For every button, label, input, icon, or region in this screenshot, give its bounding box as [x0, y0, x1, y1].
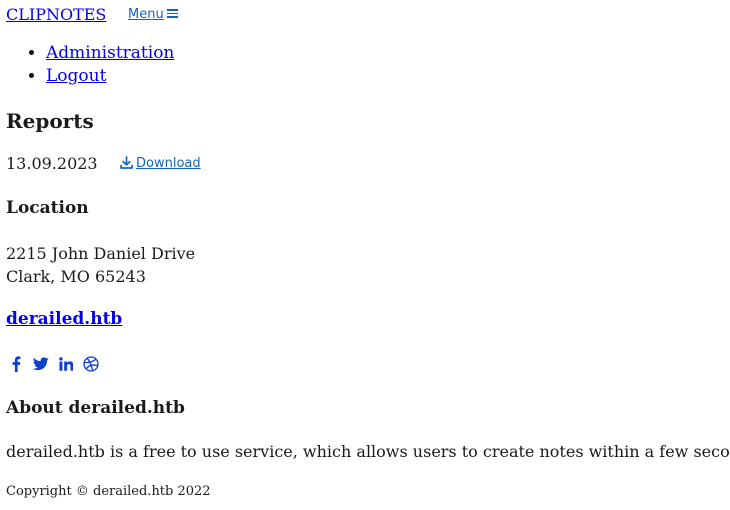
address: 2215 John Daniel Drive Clark, MO 65243 — [6, 242, 195, 288]
about-text: derailed.htb is a free to use service, w… — [6, 442, 730, 461]
menu-toggle-button[interactable]: Menu — [128, 7, 178, 23]
reports-heading: Reports — [6, 109, 94, 133]
twitter-icon[interactable] — [33, 355, 49, 373]
social-links — [8, 355, 99, 373]
dribbble-icon[interactable] — [83, 355, 99, 373]
address-line-1: 2215 John Daniel Drive — [6, 244, 196, 263]
download-icon — [120, 156, 133, 169]
download-label: Download — [136, 156, 201, 171]
address-line-2: Clark, MO 65243 — [6, 267, 146, 286]
facebook-icon[interactable] — [8, 355, 24, 373]
linkedin-icon[interactable] — [58, 355, 74, 373]
location-heading: Location — [6, 198, 89, 218]
nav-item-administration: Administration — [46, 42, 174, 65]
download-button[interactable]: Download — [120, 156, 201, 172]
copyright-text: Copyright © derailed.htb 2022 — [6, 484, 211, 499]
logout-link[interactable]: Logout — [46, 66, 106, 86]
brand-link[interactable]: CLIPNOTES — [6, 5, 106, 25]
hamburger-icon — [166, 9, 178, 18]
about-heading: About derailed.htb — [6, 398, 185, 418]
menu-label: Menu — [128, 7, 164, 22]
nav-item-logout: Logout — [46, 65, 174, 88]
site-link[interactable]: derailed.htb — [6, 309, 122, 329]
report-date: 13.09.2023 — [6, 154, 98, 173]
administration-link[interactable]: Administration — [46, 43, 174, 63]
nav-list: Administration Logout — [0, 42, 174, 88]
